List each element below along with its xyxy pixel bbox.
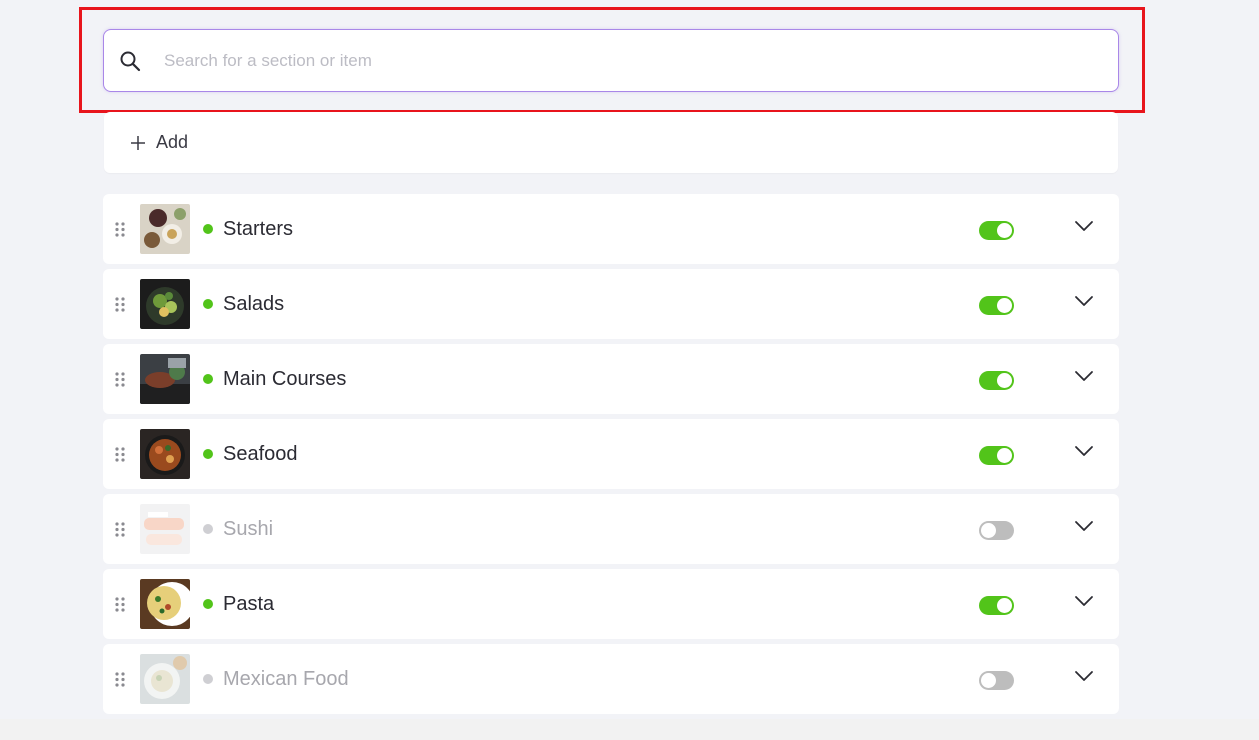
section-row[interactable]: Main Courses (103, 344, 1119, 414)
search-bar[interactable] (103, 29, 1119, 92)
section-name: Pasta (223, 593, 275, 615)
section-toggle[interactable] (979, 446, 1014, 465)
drag-handle-icon[interactable] (115, 297, 125, 312)
section-thumbnail (140, 579, 190, 629)
status-dot (203, 374, 213, 384)
section-row[interactable]: Salads (103, 269, 1119, 339)
status-dot (203, 299, 213, 309)
section-row[interactable]: Mexican Food (103, 644, 1119, 714)
section-row[interactable]: Sushi (103, 494, 1119, 564)
chevron-down-icon[interactable] (1073, 668, 1095, 684)
plus-icon (130, 135, 146, 151)
section-thumbnail (140, 429, 190, 479)
drag-handle-icon[interactable] (115, 597, 125, 612)
section-name: Main Courses (223, 368, 347, 390)
chevron-down-icon[interactable] (1073, 368, 1095, 384)
add-button[interactable]: Add (130, 132, 188, 153)
section-name: Salads (223, 293, 285, 315)
toggle-knob (997, 598, 1012, 613)
toggle-knob (997, 448, 1012, 463)
section-thumbnail (140, 204, 190, 254)
toggle-knob (981, 523, 996, 538)
section-toggle[interactable] (979, 671, 1014, 690)
drag-handle-icon[interactable] (115, 447, 125, 462)
section-thumbnail (140, 504, 190, 554)
section-thumbnail (140, 354, 190, 404)
status-dot (203, 599, 213, 609)
section-row[interactable]: Seafood (103, 419, 1119, 489)
drag-handle-icon[interactable] (115, 522, 125, 537)
status-dot (203, 674, 213, 684)
section-toggle[interactable] (979, 371, 1014, 390)
chevron-down-icon[interactable] (1073, 443, 1095, 459)
toggle-knob (981, 673, 996, 688)
section-row[interactable]: Pasta (103, 569, 1119, 639)
chevron-down-icon[interactable] (1073, 293, 1095, 309)
bottom-strip (0, 719, 1259, 740)
chevron-down-icon[interactable] (1073, 593, 1095, 609)
section-thumbnail (140, 279, 190, 329)
section-toggle[interactable] (979, 596, 1014, 615)
section-name: Starters (223, 218, 294, 240)
section-row[interactable]: Starters (103, 194, 1119, 264)
toggle-knob (997, 373, 1012, 388)
toggle-knob (997, 298, 1012, 313)
drag-handle-icon[interactable] (115, 372, 125, 387)
drag-handle-icon[interactable] (115, 672, 125, 687)
chevron-down-icon[interactable] (1073, 218, 1095, 234)
section-toggle[interactable] (979, 221, 1014, 240)
status-dot (203, 449, 213, 459)
section-name: Sushi (223, 518, 274, 540)
status-dot (203, 224, 213, 234)
section-name: Seafood (223, 443, 298, 465)
section-toggle[interactable] (979, 521, 1014, 540)
toggle-knob (997, 223, 1012, 238)
search-input[interactable] (162, 49, 1066, 72)
add-label: Add (156, 132, 189, 152)
section-list: Starters Salads Main Courses Seafood Sushi Pa… (103, 194, 1119, 719)
section-thumbnail (140, 654, 190, 704)
chevron-down-icon[interactable] (1073, 518, 1095, 534)
search-icon (118, 49, 142, 73)
drag-handle-icon[interactable] (115, 222, 125, 237)
add-section-card: Add (104, 112, 1118, 173)
status-dot (203, 524, 213, 534)
section-name: Mexican Food (223, 668, 349, 690)
section-toggle[interactable] (979, 296, 1014, 315)
